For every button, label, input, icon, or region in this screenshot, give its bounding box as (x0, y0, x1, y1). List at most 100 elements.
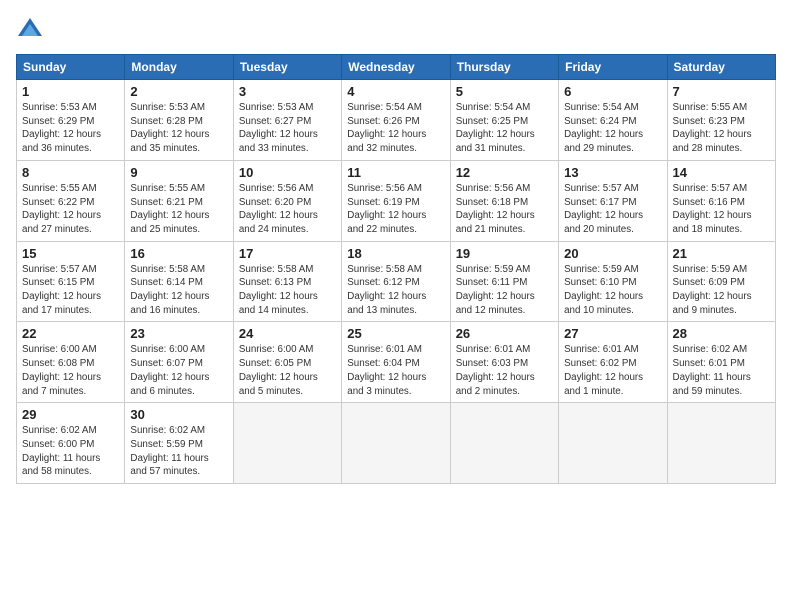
day-info: Sunrise: 5:58 AM Sunset: 6:14 PM Dayligh… (130, 263, 227, 318)
calendar-cell: 7 Sunrise: 5:55 AM Sunset: 6:23 PM Daylig… (667, 80, 775, 161)
calendar-cell: 17 Sunrise: 5:58 AM Sunset: 6:13 PM Dayli… (233, 241, 341, 322)
calendar-cell: 18 Sunrise: 5:58 AM Sunset: 6:12 PM Dayli… (342, 241, 450, 322)
calendar-cell (450, 403, 558, 484)
calendar-cell: 21 Sunrise: 5:59 AM Sunset: 6:09 PM Dayli… (667, 241, 775, 322)
day-info: Sunrise: 6:01 AM Sunset: 6:03 PM Dayligh… (456, 343, 553, 398)
day-number: 4 (347, 84, 444, 99)
weekday-header-wednesday: Wednesday (342, 55, 450, 80)
calendar-cell: 1Sunrise: 5:53 AM Sunset: 6:29 PM Daylig… (17, 80, 125, 161)
day-number: 11 (347, 165, 444, 180)
calendar-cell: 20 Sunrise: 5:59 AM Sunset: 6:10 PM Dayli… (559, 241, 667, 322)
day-info: Sunrise: 5:59 AM Sunset: 6:11 PM Dayligh… (456, 263, 553, 318)
weekday-header-friday: Friday (559, 55, 667, 80)
day-info: Sunrise: 5:54 AM Sunset: 6:26 PM Dayligh… (347, 101, 444, 156)
day-number: 24 (239, 326, 336, 341)
day-info: Sunrise: 6:02 AM Sunset: 6:00 PM Dayligh… (22, 424, 119, 479)
day-info: Sunrise: 5:59 AM Sunset: 6:09 PM Dayligh… (673, 263, 770, 318)
calendar-cell: 5 Sunrise: 5:54 AM Sunset: 6:25 PM Daylig… (450, 80, 558, 161)
day-info: Sunrise: 5:57 AM Sunset: 6:16 PM Dayligh… (673, 182, 770, 237)
day-info: Sunrise: 5:55 AM Sunset: 6:23 PM Dayligh… (673, 101, 770, 156)
calendar-cell: 9 Sunrise: 5:55 AM Sunset: 6:21 PM Daylig… (125, 160, 233, 241)
calendar-cell: 4 Sunrise: 5:54 AM Sunset: 6:26 PM Daylig… (342, 80, 450, 161)
day-info: Sunrise: 5:53 AM Sunset: 6:27 PM Dayligh… (239, 101, 336, 156)
calendar-cell: 22Sunrise: 6:00 AM Sunset: 6:08 PM Dayli… (17, 322, 125, 403)
day-number: 7 (673, 84, 770, 99)
day-info: Sunrise: 6:00 AM Sunset: 6:07 PM Dayligh… (130, 343, 227, 398)
calendar-cell: 19 Sunrise: 5:59 AM Sunset: 6:11 PM Dayli… (450, 241, 558, 322)
day-number: 5 (456, 84, 553, 99)
calendar-cell: 27Sunrise: 6:01 AM Sunset: 6:02 PM Dayli… (559, 322, 667, 403)
calendar-cell: 2Sunrise: 5:53 AM Sunset: 6:28 PM Daylig… (125, 80, 233, 161)
calendar-cell (342, 403, 450, 484)
day-number: 9 (130, 165, 227, 180)
calendar-cell: 28 Sunrise: 6:02 AM Sunset: 6:01 PM Dayli… (667, 322, 775, 403)
day-number: 15 (22, 246, 119, 261)
day-info: Sunrise: 5:56 AM Sunset: 6:18 PM Dayligh… (456, 182, 553, 237)
calendar-cell: 8Sunrise: 5:55 AM Sunset: 6:22 PM Daylig… (17, 160, 125, 241)
calendar-body: 1Sunrise: 5:53 AM Sunset: 6:29 PM Daylig… (17, 80, 776, 484)
day-number: 30 (130, 407, 227, 422)
day-number: 18 (347, 246, 444, 261)
calendar-week-3: 15 Sunrise: 5:57 AM Sunset: 6:15 PM Dayli… (17, 241, 776, 322)
day-info: Sunrise: 6:00 AM Sunset: 6:05 PM Dayligh… (239, 343, 336, 398)
day-number: 10 (239, 165, 336, 180)
calendar-cell: 30 Sunrise: 6:02 AM Sunset: 5:59 PM Dayli… (125, 403, 233, 484)
day-number: 17 (239, 246, 336, 261)
weekday-header-sunday: Sunday (17, 55, 125, 80)
day-number: 13 (564, 165, 661, 180)
day-info: Sunrise: 5:55 AM Sunset: 6:21 PM Dayligh… (130, 182, 227, 237)
day-info: Sunrise: 6:02 AM Sunset: 6:01 PM Dayligh… (673, 343, 770, 398)
calendar-cell: 12 Sunrise: 5:56 AM Sunset: 6:18 PM Dayli… (450, 160, 558, 241)
logo-icon (16, 16, 44, 44)
calendar-cell: 13 Sunrise: 5:57 AM Sunset: 6:17 PM Dayli… (559, 160, 667, 241)
day-info: Sunrise: 5:53 AM Sunset: 6:28 PM Dayligh… (130, 101, 227, 156)
calendar-cell: 6 Sunrise: 5:54 AM Sunset: 6:24 PM Daylig… (559, 80, 667, 161)
day-info: Sunrise: 5:57 AM Sunset: 6:15 PM Dayligh… (22, 263, 119, 318)
calendar-cell: 11 Sunrise: 5:56 AM Sunset: 6:19 PM Dayli… (342, 160, 450, 241)
day-info: Sunrise: 5:54 AM Sunset: 6:25 PM Dayligh… (456, 101, 553, 156)
calendar-cell: 3 Sunrise: 5:53 AM Sunset: 6:27 PM Daylig… (233, 80, 341, 161)
calendar-cell: 10 Sunrise: 5:56 AM Sunset: 6:20 PM Dayli… (233, 160, 341, 241)
calendar-cell: 29 Sunrise: 6:02 AM Sunset: 6:00 PM Dayli… (17, 403, 125, 484)
calendar-cell: 25 Sunrise: 6:01 AM Sunset: 6:04 PM Dayli… (342, 322, 450, 403)
calendar-week-1: 1Sunrise: 5:53 AM Sunset: 6:29 PM Daylig… (17, 80, 776, 161)
day-info: Sunrise: 6:01 AM Sunset: 6:02 PM Dayligh… (564, 343, 661, 398)
day-number: 8 (22, 165, 119, 180)
logo (16, 16, 46, 44)
day-number: 16 (130, 246, 227, 261)
day-number: 12 (456, 165, 553, 180)
day-number: 20 (564, 246, 661, 261)
page: SundayMondayTuesdayWednesdayThursdayFrid… (0, 0, 792, 612)
day-info: Sunrise: 5:56 AM Sunset: 6:20 PM Dayligh… (239, 182, 336, 237)
calendar-cell: 16 Sunrise: 5:58 AM Sunset: 6:14 PM Dayli… (125, 241, 233, 322)
calendar-week-4: 22Sunrise: 6:00 AM Sunset: 6:08 PM Dayli… (17, 322, 776, 403)
day-info: Sunrise: 6:01 AM Sunset: 6:04 PM Dayligh… (347, 343, 444, 398)
weekday-header-saturday: Saturday (667, 55, 775, 80)
day-info: Sunrise: 5:57 AM Sunset: 6:17 PM Dayligh… (564, 182, 661, 237)
calendar-cell: 24 Sunrise: 6:00 AM Sunset: 6:05 PM Dayli… (233, 322, 341, 403)
calendar-cell: 23Sunrise: 6:00 AM Sunset: 6:07 PM Dayli… (125, 322, 233, 403)
day-number: 19 (456, 246, 553, 261)
calendar-cell (233, 403, 341, 484)
day-info: Sunrise: 5:58 AM Sunset: 6:12 PM Dayligh… (347, 263, 444, 318)
weekday-row: SundayMondayTuesdayWednesdayThursdayFrid… (17, 55, 776, 80)
day-info: Sunrise: 5:54 AM Sunset: 6:24 PM Dayligh… (564, 101, 661, 156)
day-number: 6 (564, 84, 661, 99)
calendar-cell (559, 403, 667, 484)
calendar-week-5: 29 Sunrise: 6:02 AM Sunset: 6:00 PM Dayli… (17, 403, 776, 484)
day-number: 14 (673, 165, 770, 180)
calendar-cell: 14 Sunrise: 5:57 AM Sunset: 6:16 PM Dayli… (667, 160, 775, 241)
day-info: Sunrise: 5:59 AM Sunset: 6:10 PM Dayligh… (564, 263, 661, 318)
day-number: 21 (673, 246, 770, 261)
day-number: 25 (347, 326, 444, 341)
calendar-cell (667, 403, 775, 484)
header (16, 16, 776, 44)
day-number: 28 (673, 326, 770, 341)
day-info: Sunrise: 5:56 AM Sunset: 6:19 PM Dayligh… (347, 182, 444, 237)
day-info: Sunrise: 6:02 AM Sunset: 5:59 PM Dayligh… (130, 424, 227, 479)
weekday-header-thursday: Thursday (450, 55, 558, 80)
calendar-header: SundayMondayTuesdayWednesdayThursdayFrid… (17, 55, 776, 80)
day-info: Sunrise: 5:58 AM Sunset: 6:13 PM Dayligh… (239, 263, 336, 318)
day-number: 3 (239, 84, 336, 99)
day-number: 29 (22, 407, 119, 422)
